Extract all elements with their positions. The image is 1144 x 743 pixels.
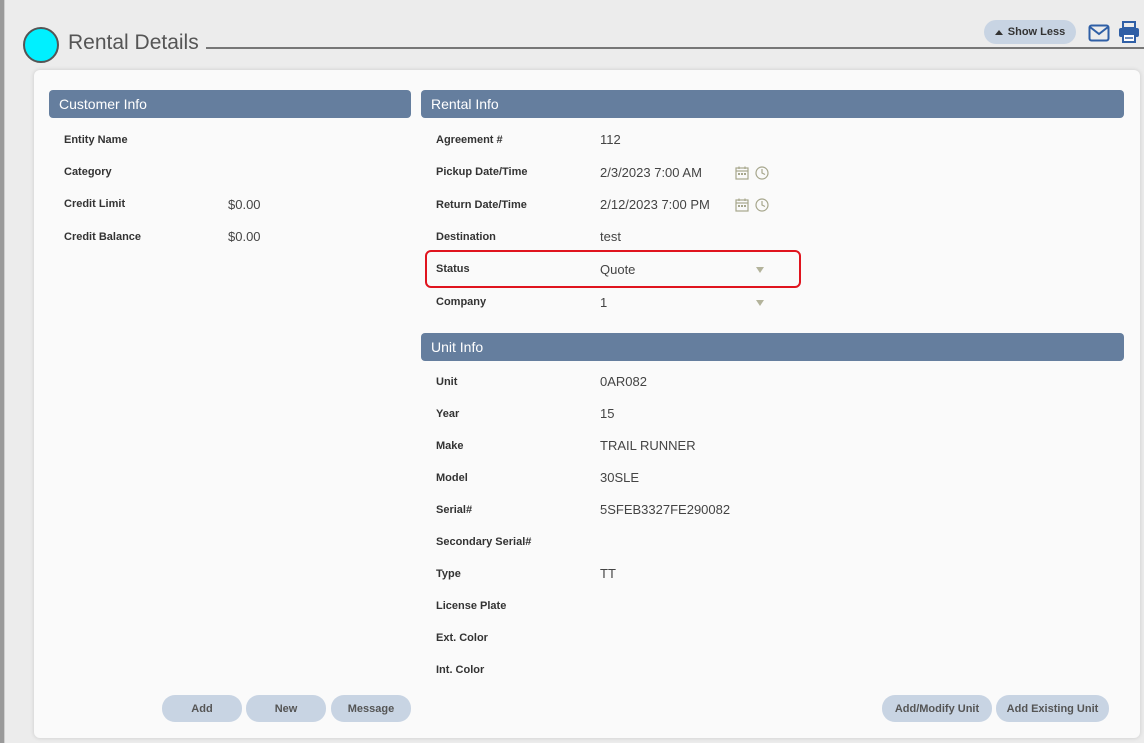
make-value: TRAIL RUNNER xyxy=(600,438,696,453)
company-label: Company xyxy=(436,296,487,308)
calendar-icon[interactable] xyxy=(735,166,749,180)
customer-info-header: Customer Info xyxy=(49,90,411,118)
status-circle-icon xyxy=(23,27,59,63)
company-dropdown-arrow-icon[interactable] xyxy=(756,300,764,306)
add-existing-unit-button[interactable]: Add Existing Unit xyxy=(996,695,1109,722)
type-label: Type xyxy=(436,568,461,580)
return-datetime-label: Return Date/Time xyxy=(436,199,527,211)
model-label: Model xyxy=(436,472,468,484)
credit-limit-label: Credit Limit xyxy=(64,198,126,210)
status-dropdown-arrow-icon[interactable] xyxy=(756,267,764,273)
clock-icon[interactable] xyxy=(755,166,769,180)
email-icon[interactable] xyxy=(1088,24,1110,42)
new-button[interactable]: New xyxy=(246,695,326,722)
make-label: Make xyxy=(436,440,464,452)
clock-icon[interactable] xyxy=(755,198,769,212)
year-value: 15 xyxy=(600,406,615,421)
caret-up-icon xyxy=(994,29,1003,35)
return-datetime-value[interactable]: 2/12/2023 7:00 PM xyxy=(600,197,710,212)
status-label: Status xyxy=(436,263,470,275)
show-less-label: Show Less xyxy=(1007,26,1066,38)
credit-balance-label: Credit Balance xyxy=(64,231,142,243)
serial-label: Serial# xyxy=(436,504,473,516)
rental-info-header: Rental Info xyxy=(421,90,1124,118)
company-select[interactable]: 1 xyxy=(600,295,607,310)
unit-label: Unit xyxy=(436,376,458,388)
agreement-label: Agreement # xyxy=(436,134,503,146)
credit-limit-value: $0.00 xyxy=(228,197,261,212)
message-button[interactable]: Message xyxy=(331,695,411,722)
print-icon[interactable] xyxy=(1118,21,1140,43)
header-divider xyxy=(206,47,1144,49)
add-modify-unit-button[interactable]: Add/Modify Unit xyxy=(882,695,992,722)
license-plate-label: License Plate xyxy=(436,600,507,612)
type-value: TT xyxy=(600,566,616,581)
model-value: 30SLE xyxy=(600,470,640,485)
show-less-button[interactable]: Show Less xyxy=(984,20,1076,44)
credit-balance-value: $0.00 xyxy=(228,229,261,244)
int-color-label: Int. Color xyxy=(436,664,485,676)
entity-name-label: Entity Name xyxy=(64,134,128,146)
serial-value: 5SFEB3327FE290082 xyxy=(600,502,731,517)
destination-value[interactable]: test xyxy=(600,229,621,244)
unit-value: 0AR082 xyxy=(600,374,647,389)
unit-info-header: Unit Info xyxy=(421,333,1124,361)
agreement-value: 112 xyxy=(600,132,621,147)
destination-label: Destination xyxy=(436,231,496,243)
pickup-datetime-label: Pickup Date/Time xyxy=(436,166,528,178)
secondary-serial-label: Secondary Serial# xyxy=(436,536,532,548)
page-title: Rental Details xyxy=(68,31,199,54)
year-label: Year xyxy=(436,408,460,420)
status-select[interactable]: Quote xyxy=(600,262,635,277)
ext-color-label: Ext. Color xyxy=(436,632,488,644)
pickup-datetime-value[interactable]: 2/3/2023 7:00 AM xyxy=(600,165,702,180)
calendar-icon[interactable] xyxy=(735,198,749,212)
category-label: Category xyxy=(64,166,112,178)
details-card xyxy=(34,70,1140,738)
add-button[interactable]: Add xyxy=(162,695,242,722)
